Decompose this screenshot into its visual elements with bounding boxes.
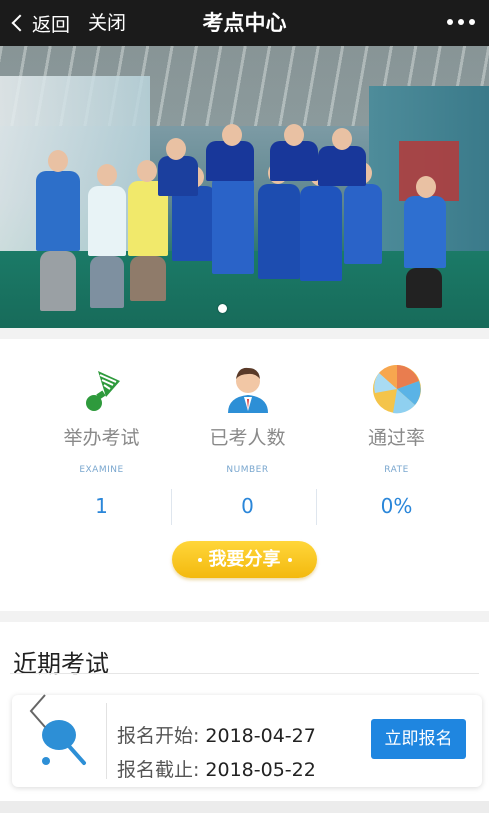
section-divider xyxy=(10,673,479,674)
shuttlecock-icon xyxy=(76,363,128,415)
chevron-left-icon[interactable] xyxy=(19,691,59,731)
close-button[interactable]: 关闭 xyxy=(88,0,126,46)
carousel-indicator-dot[interactable] xyxy=(218,304,227,313)
stat-label-en: NUMBER xyxy=(226,465,269,475)
signup-end-row: 报名截止: 2018-05-22 xyxy=(117,755,316,782)
pie-chart-icon xyxy=(371,363,423,415)
stat-examine: 举办考试 EXAMINE 1 xyxy=(20,339,183,529)
signup-start-date: 2018-04-27 xyxy=(205,725,316,747)
signup-now-button[interactable]: 立即报名 xyxy=(371,719,466,759)
stat-label-en: EXAMINE xyxy=(79,465,124,475)
stat-label: 举办考试 xyxy=(63,427,140,449)
more-dots-icon[interactable] xyxy=(447,19,475,25)
chevron-left-icon xyxy=(11,14,29,32)
recent-exams-section: 近期考试 报名开始: 2018-04-27 报名截止: 2018-05-22 立即报… xyxy=(0,622,489,813)
back-label: 返回 xyxy=(32,13,71,36)
share-button[interactable]: 我要分享 xyxy=(172,541,317,578)
stat-number: 已考人数 NUMBER 0 xyxy=(166,339,329,529)
signup-end-label: 报名截止: xyxy=(117,759,200,781)
stats-panel: 举办考试 EXAMINE 1 已考人数 NUMBER 0 通过率 RATE 0%… xyxy=(0,339,489,611)
share-button-label: 我要分享 xyxy=(208,549,281,570)
stat-value: 0% xyxy=(380,494,413,518)
stat-rate: 通过率 RATE 0% xyxy=(315,339,478,529)
person-avatar-icon xyxy=(222,363,274,415)
stat-label: 已考人数 xyxy=(209,427,286,449)
page-title: 考点中心 xyxy=(202,11,287,35)
signup-start-row: 报名开始: 2018-04-27 xyxy=(117,721,316,748)
back-button[interactable]: 返回 xyxy=(10,0,70,46)
stat-value: 1 xyxy=(95,494,108,518)
top-nav-bar: 返回 关闭 考点中心 xyxy=(0,0,489,46)
card-divider xyxy=(106,703,107,779)
bottom-strip xyxy=(0,801,489,813)
banner-carousel[interactable] xyxy=(0,46,489,328)
stat-value: 0 xyxy=(241,494,254,518)
stat-label: 通过率 xyxy=(367,427,425,449)
stat-label-en: RATE xyxy=(384,465,409,475)
signup-end-date: 2018-05-22 xyxy=(205,759,316,781)
signup-start-label: 报名开始: xyxy=(117,725,200,747)
